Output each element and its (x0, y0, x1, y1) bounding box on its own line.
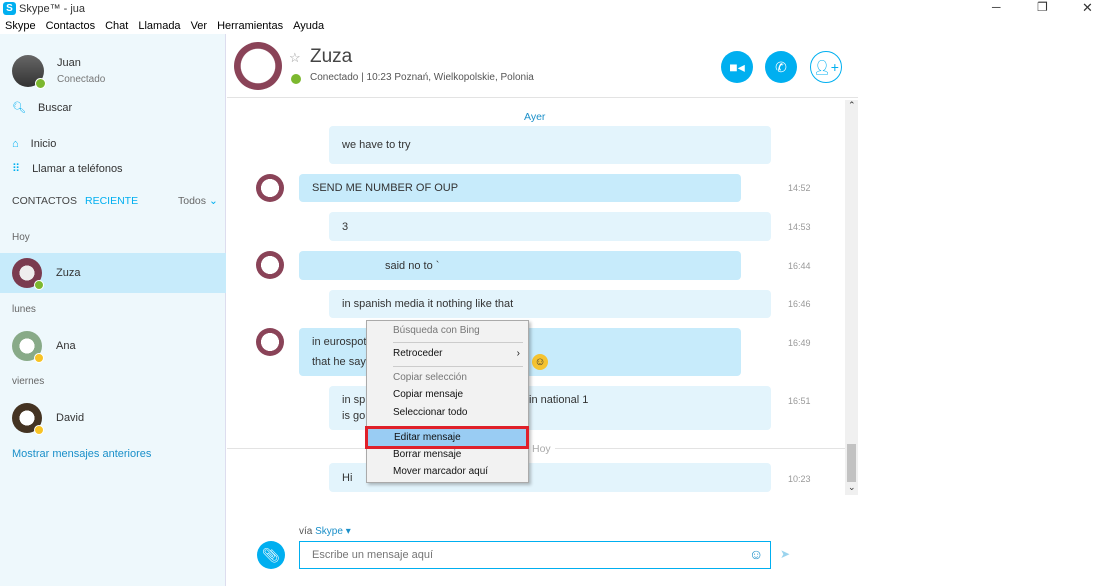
profile-status: Conectado (57, 74, 106, 85)
day-separator-yesterday: Ayer (524, 111, 546, 123)
phone-icon: ✆ (775, 58, 787, 75)
context-menu: Búsqueda con Bing Retroceder › Copiar sel… (365, 320, 529, 483)
sender-avatar[interactable] (256, 174, 284, 202)
day-separator-today: Hoy (528, 443, 555, 455)
smiley-emoticon-icon: ☺ (532, 354, 548, 370)
scrollbar-thumb[interactable] (847, 444, 856, 482)
online-status-icon (35, 78, 46, 89)
menu-llamada[interactable]: Llamada (133, 18, 185, 34)
message-time: 14:53 (788, 222, 811, 232)
paperclip-icon: 📎︎ (262, 547, 280, 563)
online-status-icon (291, 74, 301, 84)
message-bubble[interactable]: said no to ` (299, 251, 741, 280)
scrollbar[interactable]: ⌃ ⌄ (845, 100, 858, 495)
menu-bar: Skype Contactos Chat Llamada Ver Herrami… (0, 18, 1100, 34)
search-icon: 🔍︎ (12, 102, 26, 114)
title-bar: S Skype™ - jua ─ ❐ ✕ (0, 0, 1100, 18)
menu-separator (393, 342, 523, 343)
filter-dropdown[interactable]: Todos ⌄ (178, 195, 218, 207)
avatar (12, 403, 44, 435)
message-bubble[interactable]: we have to try (329, 126, 771, 164)
scroll-up-arrow-icon[interactable]: ⌃ (848, 100, 856, 111)
chevron-right-icon: › (516, 348, 520, 359)
favorite-star-icon[interactable]: ☆ (289, 50, 301, 66)
contact-item-zuza[interactable]: Zuza (0, 253, 226, 293)
contact-status: Conectado | 10:23 Poznań, Wielkopolskie,… (310, 72, 534, 83)
dialpad-icon: ⠿ (12, 163, 21, 175)
menu-skype[interactable]: Skype (0, 18, 41, 34)
sender-avatar[interactable] (256, 328, 284, 356)
emoticon-button[interactable]: ☺ (749, 546, 763, 562)
profile-avatar[interactable] (12, 55, 46, 89)
menu-herramientas[interactable]: Herramientas (212, 18, 288, 34)
message-bubble[interactable]: SEND ME NUMBER OF OUP (299, 174, 741, 202)
restore-button[interactable]: ❐ (1037, 0, 1048, 14)
send-button[interactable]: ➤ (780, 547, 790, 561)
message-time: 16:51 (788, 396, 811, 406)
audio-call-button[interactable]: ✆ (765, 51, 797, 83)
menu-separator (393, 366, 523, 367)
chevron-down-icon: ▾ (345, 526, 351, 537)
message-time: 10:23 (788, 474, 811, 484)
message-input[interactable] (299, 541, 771, 569)
sidebar: Juan Conectado 🔍︎ Buscar ⌂ Inicio ⠿ Llamar … (0, 34, 226, 586)
profile-name[interactable]: Juan (57, 57, 81, 69)
contact-name: Zuza (310, 46, 353, 67)
menu-item-delete-message[interactable]: Borrar mensaje (367, 446, 528, 463)
window-title: Skype™ - jua (19, 3, 86, 15)
home-button[interactable]: ⌂ Inicio (12, 138, 56, 150)
via-service-selector[interactable]: vía Skype ▾ (299, 526, 351, 537)
scroll-down-arrow-icon[interactable]: ⌄ (848, 482, 856, 493)
menu-item-select-all[interactable]: Seleccionar todo (367, 404, 528, 421)
menu-item-bing-search[interactable]: Búsqueda con Bing (367, 322, 528, 339)
menu-ver[interactable]: Ver (186, 18, 213, 34)
close-button[interactable]: ✕ (1082, 0, 1093, 16)
message-time: 16:44 (788, 261, 811, 271)
avatar (12, 331, 44, 363)
message-time: 16:49 (788, 338, 811, 348)
message-time: 14:52 (788, 183, 811, 193)
video-camera-icon: ■◂ (729, 58, 745, 75)
menu-item-back[interactable]: Retroceder › (367, 345, 528, 362)
contact-item-ana[interactable]: Ana (0, 326, 226, 366)
skype-logo-icon: S (3, 2, 16, 15)
tab-recent[interactable]: RECIENTE (85, 195, 138, 207)
menu-contactos[interactable]: Contactos (41, 18, 101, 34)
group-label: Hoy (12, 232, 30, 243)
menu-item-move-bookmark[interactable]: Mover marcador aquí (367, 463, 528, 480)
avatar (12, 258, 44, 290)
menu-item-copy-selection[interactable]: Copiar selección (367, 369, 528, 386)
home-icon: ⌂ (12, 138, 19, 150)
message-bubble[interactable]: in spanish media it nothing like that (329, 290, 771, 318)
message-time: 16:46 (788, 299, 811, 309)
add-contact-button[interactable]: 👤︎+ (810, 51, 842, 83)
chat-header: ☆ Zuza Conectado | 10:23 Poznań, Wielkop… (227, 34, 858, 98)
tab-contacts[interactable]: CONTACTOS (12, 195, 77, 207)
search-button[interactable]: 🔍︎ Buscar (12, 101, 72, 115)
menu-chat[interactable]: Chat (100, 18, 133, 34)
video-call-button[interactable]: ■◂ (721, 51, 753, 83)
sender-avatar[interactable] (256, 251, 284, 279)
menu-item-copy-message[interactable]: Copiar mensaje (367, 386, 528, 403)
add-person-icon: 👤︎+ (813, 58, 839, 75)
call-phones-button[interactable]: ⠿ Llamar a teléfonos (12, 162, 123, 176)
show-older-messages-link[interactable]: Mostrar mensajes anteriores (12, 448, 151, 460)
group-label: lunes (12, 304, 36, 315)
contact-avatar[interactable] (234, 42, 282, 90)
message-bubble[interactable]: 3 (329, 212, 771, 241)
menu-ayuda[interactable]: Ayuda (288, 18, 329, 34)
contact-item-david[interactable]: David (0, 398, 226, 438)
minimize-button[interactable]: ─ (992, 0, 1001, 14)
message-text-fragment: in national 1 (529, 394, 589, 406)
chevron-down-icon: ⌄ (208, 195, 218, 207)
attach-button[interactable]: 📎︎ (257, 541, 285, 569)
group-label: viernes (12, 376, 45, 387)
